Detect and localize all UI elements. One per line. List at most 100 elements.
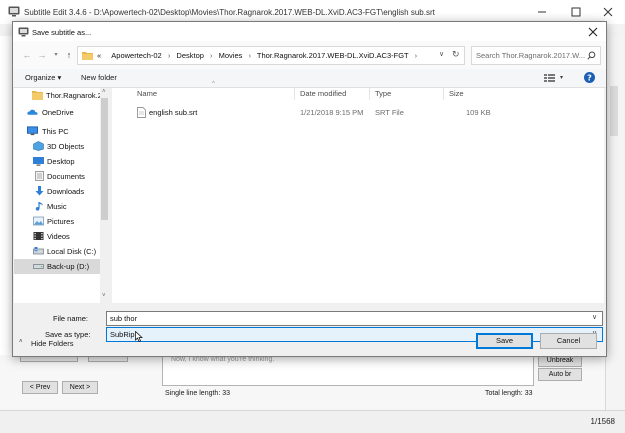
dialog-close-button[interactable] bbox=[585, 25, 601, 39]
recent-chevron-icon[interactable]: ▾ bbox=[50, 49, 62, 61]
dialog-toolbar: Organize ▾ New folder ▾ ? bbox=[13, 69, 606, 88]
save-type-value: SubRip bbox=[110, 330, 135, 339]
app-close-button[interactable] bbox=[591, 4, 625, 20]
dialog-app-icon bbox=[18, 27, 29, 37]
hide-folders-toggle[interactable]: Hide Folders bbox=[31, 339, 74, 348]
videos-icon bbox=[33, 232, 44, 240]
nav-item-documents[interactable]: Documents bbox=[14, 169, 110, 184]
search-icon[interactable] bbox=[587, 51, 596, 60]
next-button[interactable]: Next > bbox=[62, 381, 98, 394]
breadcrumb-movies[interactable]: Movies bbox=[219, 51, 243, 60]
address-row: ← → ▾ ↑ « Apowertech-02 › Desktop › Movi… bbox=[13, 41, 606, 69]
desktop-icon bbox=[33, 157, 44, 166]
up-arrow-icon[interactable]: ↑ bbox=[63, 49, 75, 61]
address-dropdown-chevron-icon[interactable]: ∨ bbox=[439, 50, 444, 58]
nav-item-pictures[interactable]: Pictures bbox=[14, 214, 110, 229]
nav-item-desktop[interactable]: Desktop bbox=[14, 154, 110, 169]
nav-item-this-pc[interactable]: This PC bbox=[14, 124, 110, 139]
nav-item-label: 3D Objects bbox=[47, 142, 85, 151]
breadcrumb-apowertech[interactable]: Apowertech-02 bbox=[111, 51, 161, 60]
refresh-icon[interactable]: ↻ bbox=[452, 49, 460, 60]
nav-item-videos[interactable]: Videos bbox=[14, 229, 110, 244]
file-name-label: File name: bbox=[53, 314, 89, 323]
nav-item-label: Pictures bbox=[47, 217, 75, 226]
auto-br-button[interactable]: Auto br bbox=[538, 368, 582, 381]
forward-arrow-icon[interactable]: → bbox=[36, 49, 48, 61]
minimize-button[interactable] bbox=[525, 4, 559, 20]
file-name-input[interactable]: sub thor ∨ bbox=[106, 311, 603, 326]
nav-item-label: Videos bbox=[47, 232, 70, 241]
breadcrumb-thor[interactable]: Thor.Ragnarok.2017.WEB-DL.XviD.AC3-FGT bbox=[257, 51, 409, 60]
column-header-date[interactable]: Date modified bbox=[300, 89, 346, 98]
subtitle-text-editor[interactable]: Now, I know what you're thinking. bbox=[162, 355, 534, 386]
onedrive-icon bbox=[27, 109, 38, 115]
back-arrow-icon[interactable]: ← bbox=[21, 49, 33, 61]
column-header-type[interactable]: Type bbox=[375, 89, 391, 98]
prev-button[interactable]: < Prev bbox=[22, 381, 58, 394]
navigation-pane: Thor.Ragnarok.2 OneDrive This PC 3D Obje… bbox=[14, 88, 110, 303]
local-disk-icon bbox=[33, 247, 44, 255]
view-options-icon[interactable] bbox=[544, 73, 555, 83]
column-divider[interactable] bbox=[443, 88, 444, 100]
search-input[interactable]: Search Thor.Ragnarok.2017.W... bbox=[476, 51, 585, 60]
scroll-down-icon[interactable]: ˅ bbox=[102, 293, 106, 299]
cancel-button[interactable]: Cancel bbox=[540, 333, 597, 349]
nav-item-downloads[interactable]: Downloads bbox=[14, 184, 110, 199]
maximize-button[interactable] bbox=[559, 4, 593, 20]
text-file-icon bbox=[137, 107, 146, 118]
nav-item-thor-folder[interactable]: Thor.Ragnarok.2 bbox=[14, 88, 110, 103]
organize-menu[interactable]: Organize ▾ bbox=[25, 73, 61, 82]
nav-item-music[interactable]: Music bbox=[14, 199, 110, 214]
dialog-title: Save subtitle as... bbox=[32, 28, 92, 37]
view-chevron-icon[interactable]: ▾ bbox=[560, 74, 563, 81]
total-length: Total length: 33 bbox=[485, 390, 533, 397]
search-box[interactable]: Search Thor.Ragnarok.2017.W... bbox=[471, 46, 601, 65]
new-folder-button[interactable]: New folder bbox=[81, 73, 117, 82]
column-divider[interactable] bbox=[369, 88, 370, 100]
nav-scrollbar-thumb[interactable] bbox=[101, 98, 108, 220]
save-button[interactable]: Save bbox=[476, 333, 533, 349]
music-icon bbox=[35, 202, 43, 211]
column-header-size[interactable]: Size bbox=[449, 89, 464, 98]
breadcrumb-overflow[interactable]: « bbox=[97, 51, 101, 60]
app-window-title: Subtitle Edit 3.4.6 - D:\Apowertech-02\D… bbox=[24, 8, 435, 17]
nav-scrollbar[interactable]: ˄ ˅ bbox=[100, 88, 110, 303]
save-dialog: Save subtitle as... ← → ▾ ↑ « Apowertech… bbox=[12, 21, 607, 357]
column-header-name[interactable]: Name bbox=[137, 89, 157, 98]
drive-icon bbox=[33, 264, 44, 269]
file-date: 1/21/2018 9:15 PM bbox=[300, 108, 364, 117]
sort-chevron-icon: ^ bbox=[212, 81, 215, 87]
address-bar[interactable]: « Apowertech-02 › Desktop › Movies › Tho… bbox=[77, 46, 465, 65]
single-line-length: Single line length: 33 bbox=[165, 390, 230, 397]
subtitle-text: Now, I know what you're thinking. bbox=[171, 356, 275, 363]
folder-icon bbox=[32, 91, 43, 100]
nav-item-backup-d[interactable]: Back-up (D:) bbox=[14, 259, 110, 274]
line-counter: 1/1568 bbox=[590, 417, 615, 426]
nav-item-label: Music bbox=[47, 202, 67, 211]
dialog-title-bar: Save subtitle as... bbox=[13, 22, 606, 41]
breadcrumb: « Apowertech-02 › Desktop › Movies › Tho… bbox=[97, 51, 418, 60]
hide-folders-chevron-icon[interactable]: ˄ bbox=[19, 339, 23, 345]
file-name-chevron-icon[interactable]: ∨ bbox=[592, 313, 597, 321]
scroll-up-icon[interactable]: ˄ bbox=[102, 89, 106, 95]
nav-item-label: Local Disk (C:) bbox=[47, 247, 97, 256]
file-name-value: sub thor bbox=[110, 314, 138, 323]
status-bar: 1/1568 bbox=[0, 410, 625, 433]
nav-item-label: This PC bbox=[42, 127, 69, 136]
3d-objects-icon bbox=[33, 141, 44, 151]
nav-item-3d-objects[interactable]: 3D Objects bbox=[14, 139, 110, 154]
nav-item-label: Documents bbox=[47, 172, 85, 181]
nav-item-onedrive[interactable]: OneDrive bbox=[14, 105, 110, 120]
save-type-label: Save as type: bbox=[45, 330, 91, 339]
nav-item-local-disk-c[interactable]: Local Disk (C:) bbox=[14, 244, 110, 259]
nav-item-label: Thor.Ragnarok.2 bbox=[46, 91, 102, 100]
nav-item-label: Back-up (D:) bbox=[47, 262, 90, 271]
computer-icon bbox=[27, 126, 38, 136]
nav-item-label: OneDrive bbox=[42, 108, 74, 117]
app-scrollbar-thumb[interactable] bbox=[610, 86, 618, 136]
documents-icon bbox=[35, 171, 44, 181]
breadcrumb-desktop[interactable]: Desktop bbox=[176, 51, 204, 60]
help-icon[interactable]: ? bbox=[584, 72, 595, 83]
downloads-icon bbox=[35, 186, 44, 196]
column-divider[interactable] bbox=[294, 88, 295, 100]
